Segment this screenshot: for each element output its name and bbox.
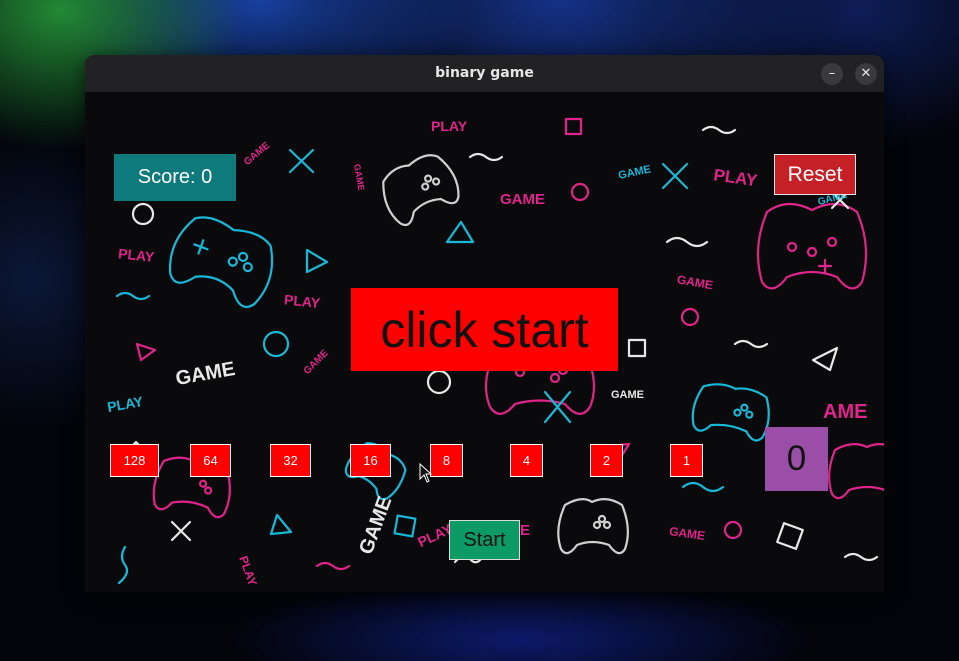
title-bar[interactable]: binary game – ✕ <box>85 55 884 93</box>
decimal-result-display: 0 <box>765 427 828 491</box>
svg-text:GAME: GAME <box>668 524 706 543</box>
minimize-button[interactable]: – <box>821 63 843 85</box>
svg-text:PLAY: PLAY <box>106 393 145 415</box>
bit-button-8[interactable]: 8 <box>430 444 463 477</box>
window-title: binary game <box>435 65 534 81</box>
mouse-pointer-icon <box>419 463 433 483</box>
minimize-icon: – <box>828 66 836 81</box>
controller-icon <box>828 443 884 500</box>
controller-icon <box>557 498 629 555</box>
bit-button-32[interactable]: 32 <box>270 444 311 477</box>
svg-text:GAME: GAME <box>302 348 331 377</box>
controller-icon <box>382 154 460 227</box>
score-display: Score: 0 <box>114 154 236 201</box>
reset-button[interactable]: Reset <box>774 154 856 195</box>
bit-button-2[interactable]: 2 <box>590 444 623 477</box>
controller-icon <box>168 216 274 308</box>
prompt-banner: click start <box>351 288 618 371</box>
svg-text:PLAY: PLAY <box>712 165 759 190</box>
controller-icon <box>756 202 868 290</box>
svg-text:GAME: GAME <box>617 163 652 182</box>
app-window: binary game – ✕ PLAY GAME GAME GAME PLAY… <box>85 55 884 592</box>
start-button[interactable]: Start <box>449 520 520 560</box>
svg-text:PLAY: PLAY <box>283 291 321 311</box>
svg-text:GAME: GAME <box>611 389 644 401</box>
background-word: PLAY <box>431 118 468 134</box>
bit-button-128[interactable]: 128 <box>110 444 159 477</box>
svg-text:GAME: GAME <box>174 358 237 390</box>
svg-text:PLAY: PLAY <box>117 245 155 265</box>
controller-icon <box>691 383 770 442</box>
svg-text:GAME: GAME <box>355 493 396 557</box>
game-canvas: PLAY GAME GAME GAME PLAY GAME PLAY PLAY … <box>85 92 884 592</box>
svg-text:GAME: GAME <box>352 163 367 191</box>
svg-text:AME: AME <box>823 401 867 423</box>
bit-button-16[interactable]: 16 <box>350 444 391 477</box>
svg-text:GAME: GAME <box>242 140 272 168</box>
svg-text:GAME: GAME <box>500 191 545 208</box>
bit-button-64[interactable]: 64 <box>190 444 231 477</box>
svg-text:GAME: GAME <box>676 272 714 292</box>
close-button[interactable]: ✕ <box>855 63 877 85</box>
close-icon: ✕ <box>860 66 872 81</box>
svg-text:PLAY: PLAY <box>236 554 260 588</box>
bit-button-4[interactable]: 4 <box>510 444 543 477</box>
bit-button-1[interactable]: 1 <box>670 444 703 477</box>
